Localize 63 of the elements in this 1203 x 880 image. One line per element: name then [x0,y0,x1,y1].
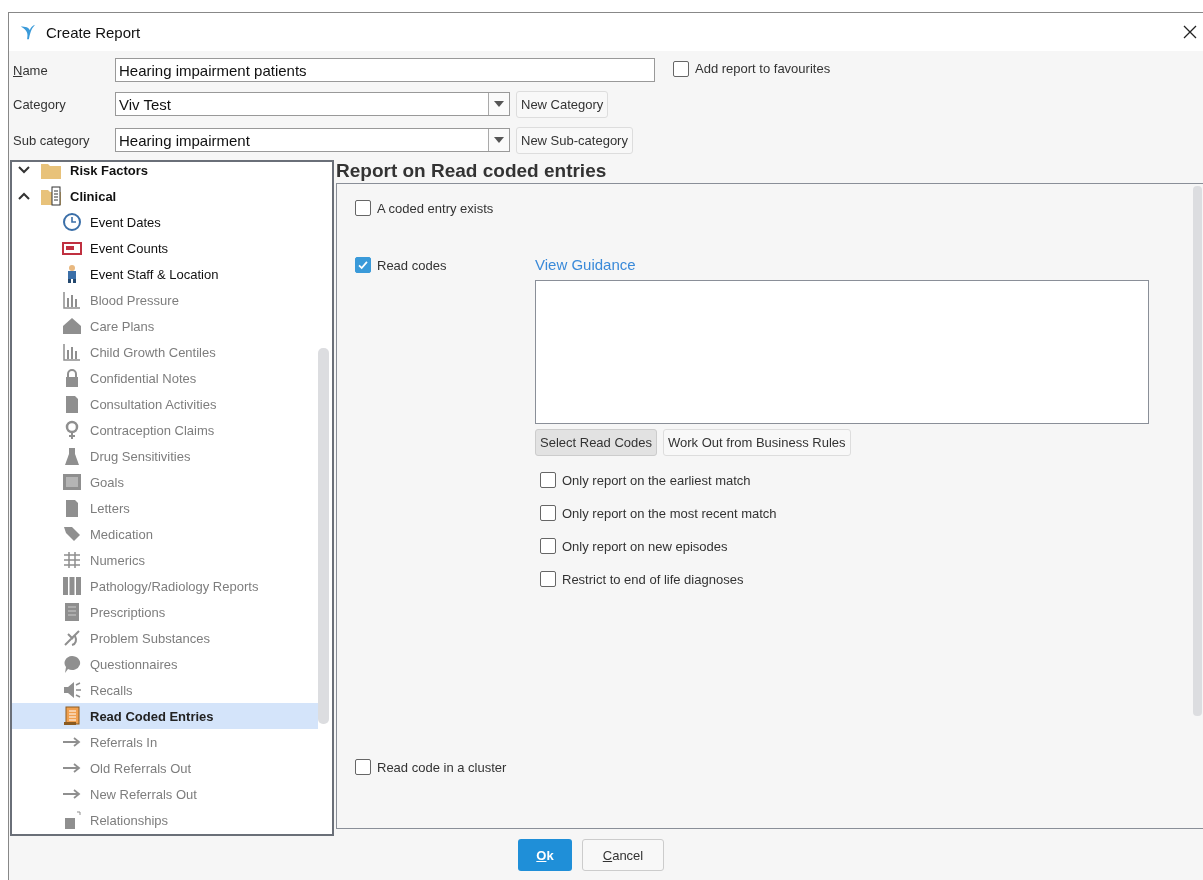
app-logo-icon [19,22,37,42]
speech-bubble-icon [62,654,82,674]
expand-chevron-icon[interactable] [18,166,30,174]
collapse-chevron-icon[interactable] [18,192,30,200]
box-icon [62,810,82,830]
columns-icon [62,576,82,596]
tree-item[interactable]: Event Dates [12,209,318,235]
name-label: Name [13,62,49,78]
cancel-button[interactable]: Cancel [582,839,664,871]
checkbox[interactable] [540,505,556,521]
view-guidance-link[interactable]: View Guidance [535,256,1149,273]
house-icon [62,316,82,336]
checkbox[interactable] [355,200,371,216]
tree-group[interactable]: Clinical [70,188,117,204]
tree-group[interactable]: Risk Factors [70,162,149,178]
checkbox-label: Only report on the earliest match [562,472,751,488]
sub-category-label: Sub category [13,132,91,148]
scrollbar[interactable] [318,348,329,724]
frame-icon [62,472,82,492]
category-label: Category [13,96,67,112]
checkbox[interactable] [540,571,556,587]
checkbox[interactable] [355,257,371,273]
dropdown-button[interactable] [488,93,509,115]
tree-item[interactable]: Read Coded Entries [12,703,318,729]
action-button[interactable]: Work Out from Business Rules [663,429,851,456]
section-title: Report on Read coded entries [336,160,608,183]
bar-chart-icon [62,342,82,362]
list-icon [62,602,82,622]
clock-icon [62,212,82,232]
sub-category-dropdown[interactable]: Hearing impairment [115,128,510,152]
action-button[interactable]: Select Read Codes [535,429,657,456]
speaker-icon [62,680,82,700]
folder-icon [40,186,62,206]
dropdown-button[interactable] [488,129,509,151]
tree-item[interactable]: Event Counts [12,235,318,261]
tree-item[interactable]: Event Staff & Location [12,261,318,287]
caret-icon [494,101,504,107]
checkbox[interactable] [540,472,556,488]
scrollbar[interactable] [1193,186,1202,716]
category-dropdown[interactable]: Viv Test [115,92,510,116]
tag-icon [62,524,82,544]
bottle-icon [62,446,82,466]
new-category-button[interactable]: New Category [516,90,609,118]
folder-icon [40,162,62,180]
new-sub-category-button[interactable]: New Sub-category [516,126,633,154]
favourites-label: Add report to favourites [695,61,831,76]
checkbox-label: Restrict to end of life diagnoses [562,571,744,587]
close-icon[interactable] [1183,25,1197,39]
ok-button[interactable]: Ok [518,839,572,871]
checkbox-label: Read codes [377,257,447,273]
checkbox[interactable] [673,60,689,77]
checkbox-label: Only report on new episodes [562,538,728,554]
checkbox[interactable] [355,759,371,775]
caret-icon [494,137,504,143]
checkbox-label: Only report on the most recent match [562,505,777,521]
window-title: Create Report [46,23,141,41]
scroll-icon [62,706,82,726]
checkbox[interactable] [540,538,556,554]
bar-chart-icon [62,290,82,310]
name-field[interactable]: Hearing impairment patients [115,58,655,82]
grid-icon [62,550,82,570]
checkbox-label: Read code in a cluster [377,759,507,775]
checkbox-label: A coded entry exists [377,200,494,216]
